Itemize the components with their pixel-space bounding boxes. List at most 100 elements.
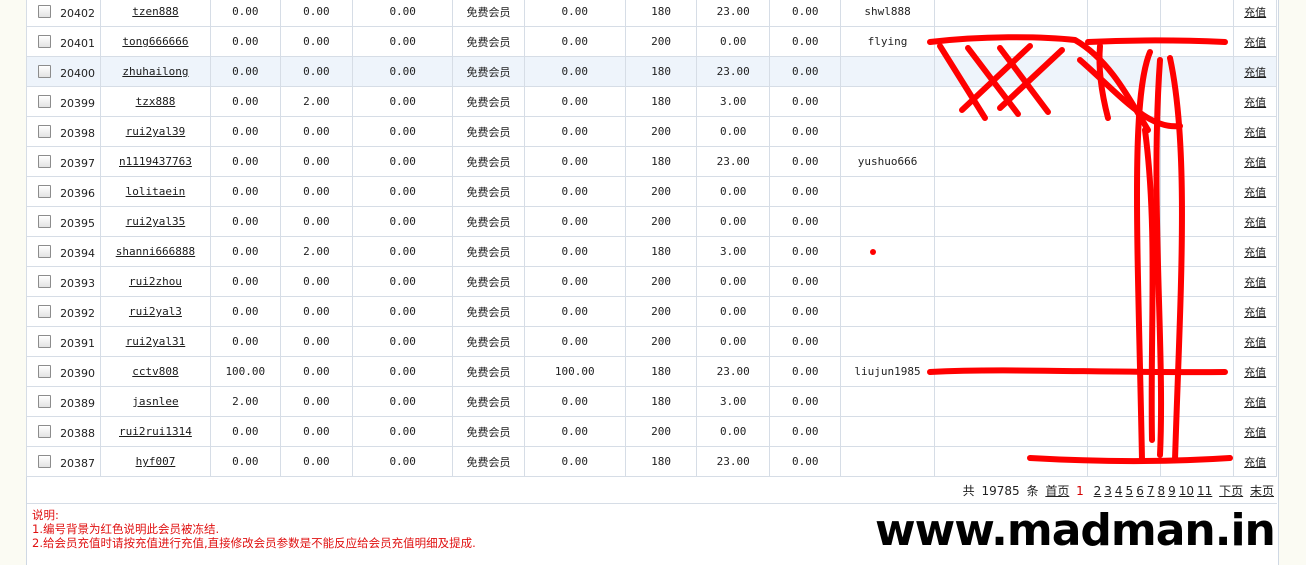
page-link[interactable]: 4 <box>1115 484 1123 498</box>
cell-username: tzen888 <box>100 0 211 27</box>
username-link[interactable]: zhuhailong <box>122 65 188 78</box>
username-link[interactable]: rui2yal35 <box>126 215 186 228</box>
username-link[interactable]: shanni666888 <box>116 245 195 258</box>
next-page-link[interactable]: 下页 <box>1219 484 1243 498</box>
cell-amount-2: 0.00 <box>279 146 353 177</box>
pagination: 共 19785 条 首页 1 2 3 4 5 6 7 8 9 10 11 下页 末页 <box>960 482 1274 499</box>
recharge-link[interactable]: 充值 <box>1244 366 1266 379</box>
row-checkbox[interactable] <box>38 275 52 289</box>
recharge-link[interactable]: 充值 <box>1244 426 1266 439</box>
recharge-link[interactable]: 充值 <box>1244 66 1266 79</box>
page-link[interactable]: 9 <box>1168 484 1176 498</box>
row-checkbox[interactable] <box>38 65 52 79</box>
recharge-link[interactable]: 充值 <box>1244 216 1266 229</box>
member-table: 20402 tzen888 0.00 0.00 0.00 免费会员 0.00 180 23.00… <box>25 0 1277 477</box>
username-link[interactable]: cctv808 <box>132 365 178 378</box>
row-checkbox[interactable] <box>38 395 52 409</box>
cell-username: shanni666888 <box>100 236 211 267</box>
table-row: 20395 rui2yal35 0.00 0.00 0.00 免费会员 0.00 200 0.0… <box>25 206 1277 237</box>
username-link[interactable]: n1119437763 <box>119 155 192 168</box>
recharge-link[interactable]: 充值 <box>1244 6 1266 19</box>
recharge-link[interactable]: 充值 <box>1244 126 1266 139</box>
cell-referrer <box>840 446 935 477</box>
username-link[interactable]: rui2zhou <box>129 275 182 288</box>
recharge-link[interactable]: 充值 <box>1244 36 1266 49</box>
cell-username: lolitaein <box>100 176 211 207</box>
cell-amount-8: 0.00 <box>769 266 842 297</box>
row-checkbox[interactable] <box>38 455 52 469</box>
cell-bank-account <box>933 326 1089 357</box>
cell-member-type: 免费会员 <box>452 56 525 87</box>
member-id: 20393 <box>60 277 96 291</box>
row-checkbox[interactable] <box>38 365 52 379</box>
username-link[interactable]: rui2rui1314 <box>119 425 192 438</box>
first-page-link[interactable]: 首页 <box>1045 484 1069 498</box>
cell-amount-7: 0.00 <box>696 176 771 207</box>
row-checkbox[interactable] <box>38 335 52 349</box>
cell-amount-8: 0.00 <box>769 386 842 417</box>
recharge-link[interactable]: 充值 <box>1244 306 1266 319</box>
cell-real-name <box>1087 86 1162 117</box>
recharge-link[interactable]: 充值 <box>1244 396 1266 409</box>
cell-amount-8: 0.00 <box>769 86 842 117</box>
cell-username: jasnlee <box>100 386 211 417</box>
cell-points: 180 <box>625 356 698 387</box>
row-checkbox[interactable] <box>38 245 52 259</box>
username-link[interactable]: tong666666 <box>122 35 188 48</box>
cell-real-name <box>1087 236 1162 267</box>
page-link[interactable]: 5 <box>1126 484 1134 498</box>
cell-amount-7: 23.00 <box>696 356 771 387</box>
cell-action: 充值 <box>1233 146 1277 177</box>
member-table-body: 20402 tzen888 0.00 0.00 0.00 免费会员 0.00 180 23.00… <box>25 0 1277 477</box>
recharge-link[interactable]: 充值 <box>1244 186 1266 199</box>
cell-amount-3: 0.00 <box>351 56 454 87</box>
row-checkbox[interactable] <box>38 125 52 139</box>
cell-action: 充值 <box>1233 326 1277 357</box>
recharge-link[interactable]: 充值 <box>1244 336 1266 349</box>
row-checkbox[interactable] <box>38 35 52 49</box>
username-link[interactable]: rui2yal31 <box>126 335 186 348</box>
cell-real-name <box>1087 326 1162 357</box>
row-checkbox[interactable] <box>38 185 52 199</box>
cell-member-type: 免费会员 <box>452 236 525 267</box>
member-id: 20402 <box>60 7 96 21</box>
recharge-link[interactable]: 充值 <box>1244 96 1266 109</box>
recharge-link[interactable]: 充值 <box>1244 276 1266 289</box>
page-link[interactable]: 3 <box>1104 484 1112 498</box>
cell-amount-2: 0.00 <box>279 176 353 207</box>
row-checkbox[interactable] <box>38 5 52 19</box>
last-page-link[interactable]: 末页 <box>1250 484 1274 498</box>
username-link[interactable]: lolitaein <box>126 185 186 198</box>
page-link[interactable]: 6 <box>1136 484 1144 498</box>
username-link[interactable]: tzen888 <box>132 5 178 18</box>
cell-points: 200 <box>625 326 698 357</box>
recharge-link[interactable]: 充值 <box>1244 156 1266 169</box>
username-link[interactable]: rui2yal3 <box>129 305 182 318</box>
username-link[interactable]: tzx888 <box>136 95 176 108</box>
recharge-link[interactable]: 充值 <box>1244 246 1266 259</box>
username-link[interactable]: rui2yal39 <box>126 125 186 138</box>
cell-amount-2: 0.00 <box>279 116 353 147</box>
row-checkbox[interactable] <box>38 95 52 109</box>
cell-bank-account <box>933 266 1089 297</box>
row-checkbox[interactable] <box>38 215 52 229</box>
page-link[interactable]: 8 <box>1157 484 1165 498</box>
row-checkbox[interactable] <box>38 425 52 439</box>
cell-id: 20395 <box>25 206 102 237</box>
cell-username: rui2yal35 <box>100 206 211 237</box>
cell-amount-7: 23.00 <box>696 56 771 87</box>
cell-real-name <box>1087 116 1162 147</box>
table-row: 20399 tzx888 0.00 2.00 0.00 免费会员 0.00 180 3.00 0.… <box>25 86 1277 117</box>
cell-amount-1: 0.00 <box>209 176 281 207</box>
username-link[interactable]: hyf007 <box>136 455 176 468</box>
row-checkbox[interactable] <box>38 155 52 169</box>
page-link[interactable]: 7 <box>1147 484 1155 498</box>
page-link[interactable]: 10 <box>1179 484 1194 498</box>
cell-amount-1: 100.00 <box>209 356 281 387</box>
page-link[interactable]: 2 <box>1094 484 1102 498</box>
username-link[interactable]: jasnlee <box>132 395 178 408</box>
cell-amount-1: 0.00 <box>209 326 281 357</box>
recharge-link[interactable]: 充值 <box>1244 456 1266 469</box>
row-checkbox[interactable] <box>38 305 52 319</box>
page-link[interactable]: 11 <box>1197 484 1212 498</box>
